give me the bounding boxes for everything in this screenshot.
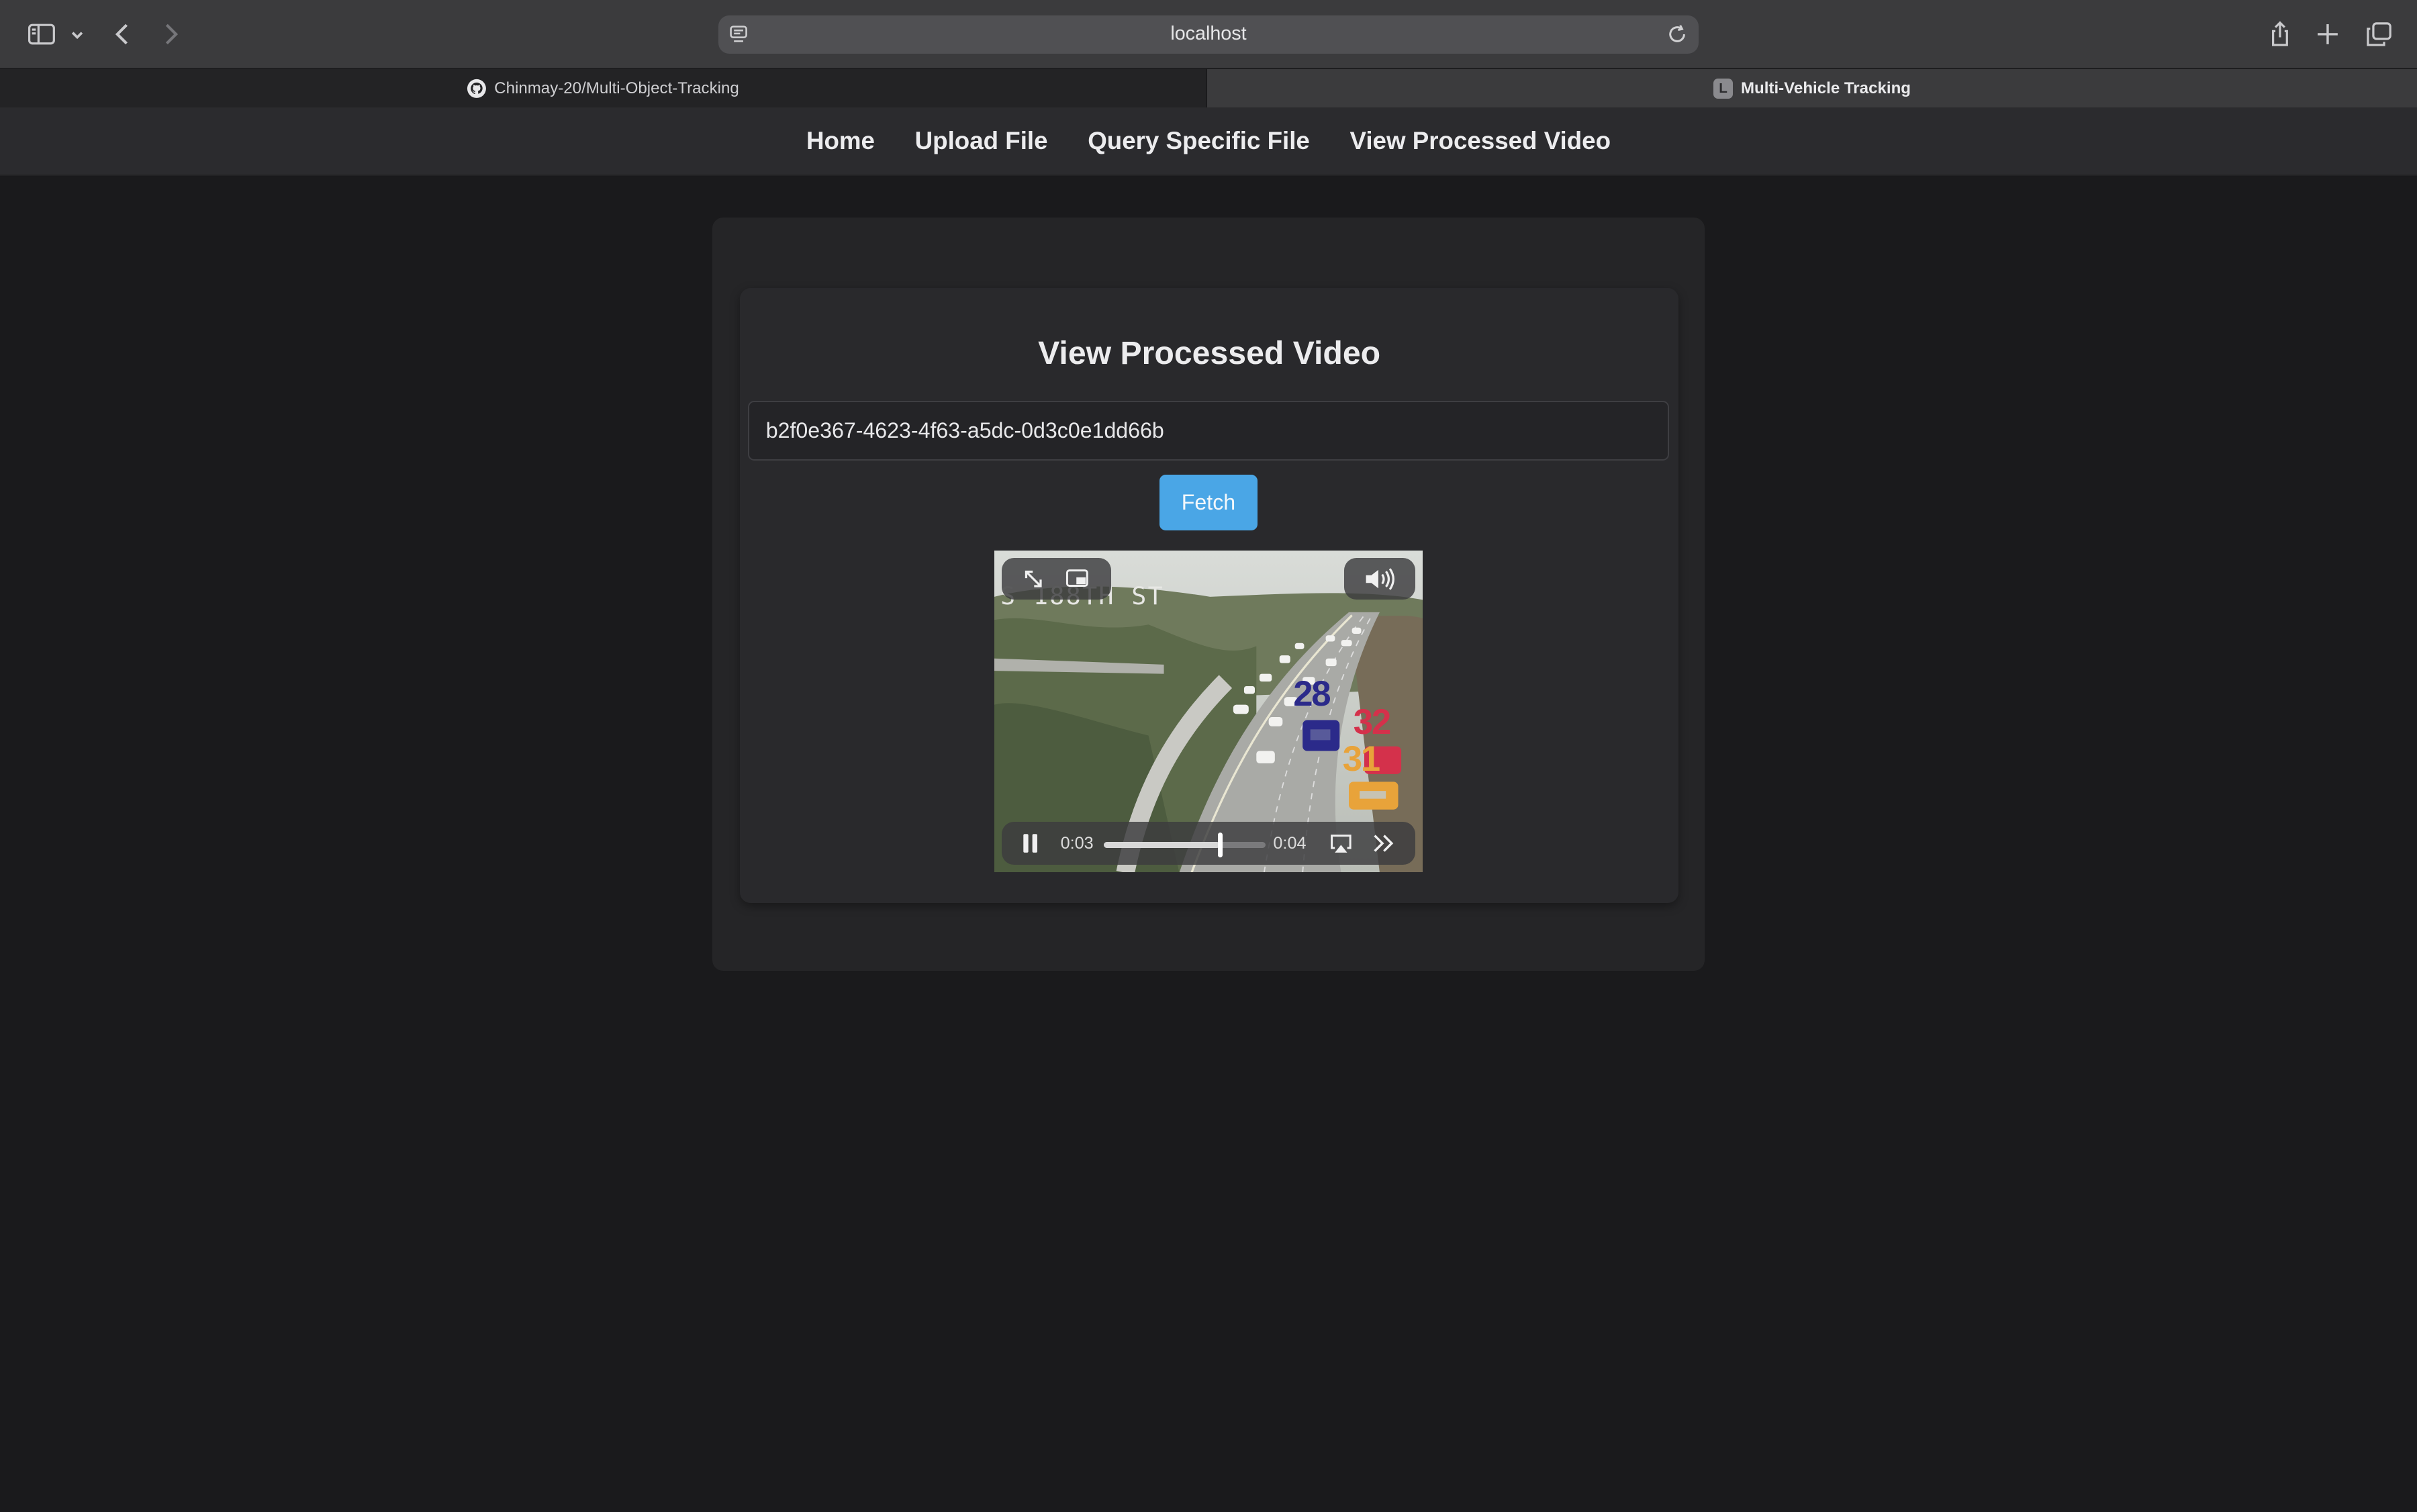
github-icon xyxy=(467,79,486,98)
forward-arrow-icon[interactable] xyxy=(154,19,185,50)
track-id-label: 32 xyxy=(1353,702,1391,742)
share-icon[interactable] xyxy=(2265,19,2295,50)
tab-bar: Chinmay-20/Multi-Object-Tracking L Multi… xyxy=(0,68,2417,108)
new-tab-icon[interactable] xyxy=(2312,19,2343,50)
address-bar[interactable]: localhost xyxy=(718,15,1699,54)
current-time: 0:03 xyxy=(1060,834,1094,853)
fullscreen-icon[interactable] xyxy=(1022,567,1045,590)
duration-time: 0:04 xyxy=(1273,834,1307,853)
track-id-label: 28 xyxy=(1293,674,1331,714)
main-nav: Home Upload File Query Specific File Vie… xyxy=(0,107,2417,176)
chevron-down-icon[interactable] xyxy=(66,19,88,50)
url-text: localhost xyxy=(1170,23,1247,45)
nav-view-processed-video[interactable]: View Processed Video xyxy=(1350,127,1611,155)
pause-icon[interactable] xyxy=(1022,833,1039,854)
tab-title: Chinmay-20/Multi-Object-Tracking xyxy=(494,79,739,97)
site-favicon: L xyxy=(1713,78,1734,99)
browser-toolbar: localhost xyxy=(0,0,2417,68)
processed-video-player[interactable]: S 188TH ST 28 32 31 0:03 0:04 xyxy=(994,550,1423,873)
video-top-left-controls xyxy=(1002,558,1112,600)
tab-title: Multi-Vehicle Tracking xyxy=(1740,79,1911,97)
nav-upload-file[interactable]: Upload File xyxy=(915,127,1048,155)
scrubber-thumb[interactable] xyxy=(1217,832,1223,857)
fetch-button[interactable]: Fetch xyxy=(1159,475,1258,530)
picture-in-picture-icon[interactable] xyxy=(1065,567,1090,590)
nav-query-specific-file[interactable]: Query Specific File xyxy=(1088,127,1310,155)
reload-icon[interactable] xyxy=(1666,23,1688,44)
tab-overview-icon[interactable] xyxy=(2363,19,2394,50)
back-arrow-icon[interactable] xyxy=(108,19,139,50)
scrubber-progress xyxy=(1103,841,1221,848)
sidebar-toggle-icon[interactable] xyxy=(26,19,57,50)
tab-github[interactable]: Chinmay-20/Multi-Object-Tracking xyxy=(0,69,1207,108)
track-id-label: 31 xyxy=(1342,739,1380,779)
file-id-input[interactable] xyxy=(747,400,1670,461)
airplay-icon[interactable] xyxy=(1329,833,1354,854)
page-title: View Processed Video xyxy=(1038,335,1381,372)
tab-multi-vehicle-tracking[interactable]: L Multi-Vehicle Tracking xyxy=(1206,69,2417,108)
playback-speed-icon[interactable] xyxy=(1372,833,1394,854)
nav-home[interactable]: Home xyxy=(806,127,875,155)
volume-icon[interactable] xyxy=(1363,566,1397,592)
video-scrubber[interactable] xyxy=(1103,832,1266,857)
